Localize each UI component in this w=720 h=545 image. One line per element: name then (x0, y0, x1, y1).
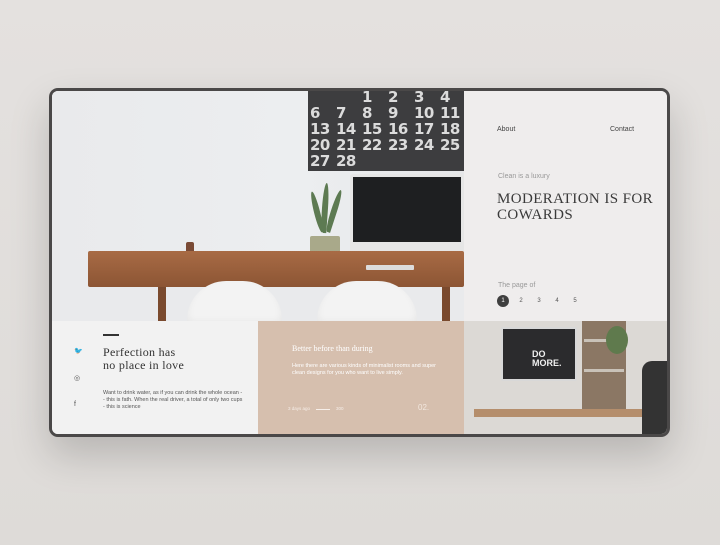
feature-text: Here there are various kinds of minimali… (292, 363, 436, 376)
device-frame: 1 2 3 4 6 7 8 9 10 11 13 14 15 16 17 18 20 21 22 23 24 25 27 28… (49, 88, 670, 437)
calendar-number: 18 (440, 120, 460, 138)
title-accent-bar (103, 334, 119, 336)
feature-count: 300 (336, 406, 344, 411)
calendar-number: 21 (336, 136, 356, 154)
article-card: 🐦 ◎ f Perfection has no place in love Wa… (52, 321, 258, 434)
keyboard (366, 265, 414, 270)
page-button-2[interactable]: 2 (515, 295, 527, 307)
headline: MODERATION IS FOR COWARDS (497, 191, 653, 223)
instagram-icon[interactable]: ◎ (74, 374, 80, 382)
calendar-number: 3 (414, 91, 424, 106)
nav-about-link[interactable]: About (497, 126, 515, 133)
calendar-number: 28 (336, 152, 356, 170)
meta-divider (316, 409, 330, 410)
page-label: The page of (498, 282, 536, 289)
page-button-4[interactable]: 4 (551, 295, 563, 307)
page-button-3[interactable]: 3 (533, 295, 545, 307)
page-button-5[interactable]: 5 (569, 295, 581, 307)
calendar-number: 11 (440, 104, 460, 122)
calendar-number: 9 (388, 104, 398, 122)
screen-text: DO MORE. (532, 349, 562, 368)
monitor (350, 174, 464, 256)
chair (317, 281, 417, 321)
calendar-number: 16 (388, 120, 408, 138)
desk-leg (442, 287, 450, 321)
calendar-number: 13 (310, 120, 330, 138)
feature-number: 02. (418, 403, 430, 412)
calendar-number: 6 (310, 104, 320, 122)
calendar-number: 27 (310, 152, 330, 170)
calendar-number: 7 (336, 104, 346, 122)
office-chair (642, 361, 667, 434)
calendar-number: 22 (362, 136, 382, 154)
calendar-number: 17 (414, 120, 434, 138)
nav-contact-link[interactable]: Contact (610, 126, 634, 133)
wall-calendar: 1 2 3 4 6 7 8 9 10 11 13 14 15 16 17 18 20 21 22 23 24 25 27 28 (308, 91, 464, 171)
facebook-icon[interactable]: f (74, 401, 76, 408)
card-text: Want to drink water, as if you can drink… (103, 390, 243, 410)
hero-panel: About Contact Clean is a luxury MODERATI… (464, 91, 667, 321)
calendar-number: 2 (388, 91, 398, 106)
calendar-number: 15 (362, 120, 382, 138)
calendar-number: 23 (388, 136, 408, 154)
calendar-number: 1 (362, 91, 372, 106)
chair (187, 281, 282, 321)
workspace-photo: DO MORE. (464, 321, 667, 434)
feature-card[interactable]: Better before than during Here there are… (258, 321, 464, 434)
page-button-1[interactable]: 1 (497, 295, 509, 307)
calendar-number: 20 (310, 136, 330, 154)
shelf-board (584, 369, 624, 372)
calendar-number: 14 (336, 120, 356, 138)
pagination: 1 2 3 4 5 (497, 295, 581, 307)
feature-title: Better before than during (292, 344, 373, 353)
plant (606, 326, 628, 354)
calendar-number: 4 (440, 91, 450, 106)
calendar-number: 24 (414, 136, 434, 154)
desk (474, 409, 649, 417)
tagline: Clean is a luxury (498, 173, 550, 180)
feature-time: 3 days ago (288, 406, 311, 411)
hero-photo: 1 2 3 4 6 7 8 9 10 11 13 14 15 16 17 18 20 21 22 23 24 25 27 28 (52, 91, 464, 321)
website-screen: 1 2 3 4 6 7 8 9 10 11 13 14 15 16 17 18 20 21 22 23 24 25 27 28… (52, 91, 667, 434)
card-title: Perfection has no place in love (103, 345, 185, 372)
calendar-number: 8 (362, 104, 372, 122)
twitter-icon[interactable]: 🐦 (74, 347, 83, 355)
desk-leg (158, 287, 166, 321)
calendar-number: 25 (440, 136, 460, 154)
calendar-number: 10 (414, 104, 434, 122)
